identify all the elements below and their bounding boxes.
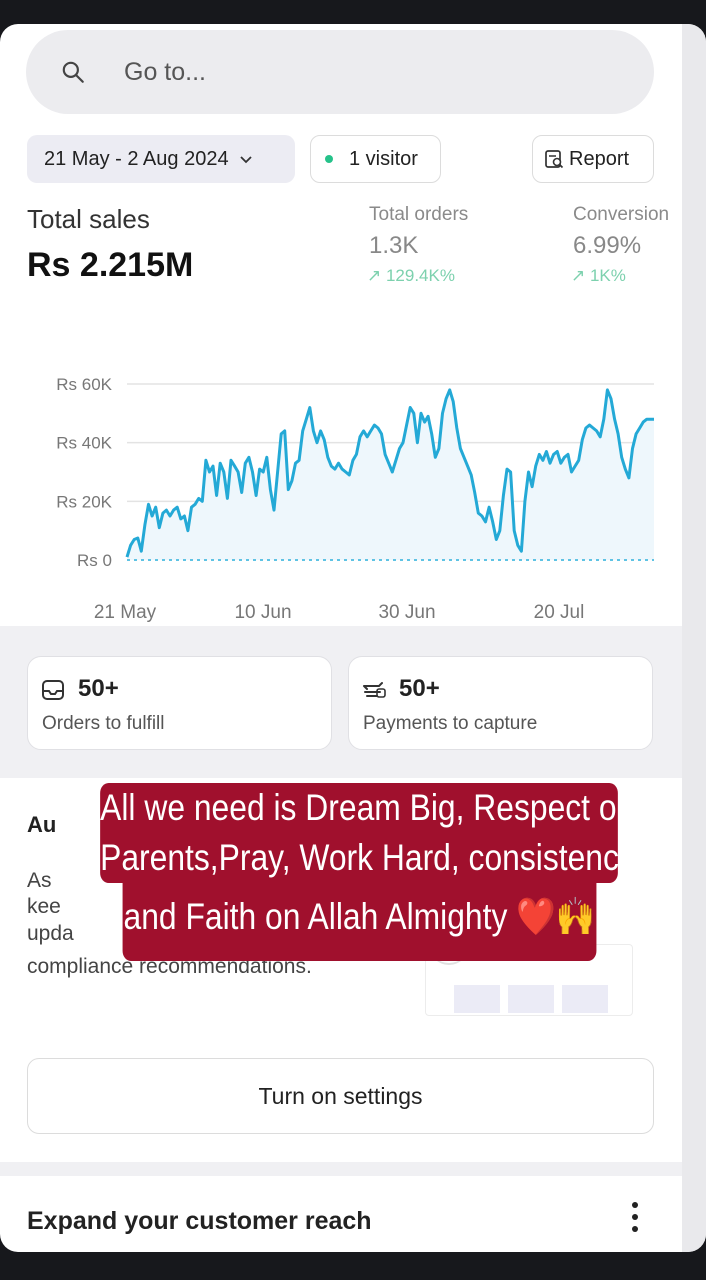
total-sales-value: Rs 2.215M — [27, 246, 194, 284]
report-button[interactable]: Report — [532, 135, 654, 183]
orders-to-fulfill-card[interactable]: 50+ Orders to fulfill — [27, 656, 332, 750]
total-orders-label: Total orders — [369, 204, 469, 225]
inbox-icon — [42, 680, 64, 700]
x-tick-label: 21 May — [94, 602, 157, 623]
chart-y-ticks: Rs 60K Rs 40K Rs 20K Rs 0 — [56, 375, 112, 570]
total-orders-trend: ↗ 129.4K% — [367, 266, 455, 285]
conversion-trend: ↗ 1K% — [571, 266, 626, 285]
payments-to-capture-card[interactable]: 50+ Payments to capture — [348, 656, 653, 750]
automation-section-title: Au — [27, 812, 57, 837]
app-screen: Go to... 21 May - 2 Aug 2024 1 visitor R… — [0, 24, 706, 1252]
story-caption-line-1: All we need is Dream Big, Respect our — [100, 783, 645, 833]
y-tick-label: Rs 20K — [56, 492, 112, 511]
y-tick-label: Rs 60K — [56, 375, 112, 394]
total-sales-label: Total sales — [27, 204, 150, 234]
date-range-label: 21 May - 2 Aug 2024 — [44, 147, 229, 170]
orders-to-fulfill-count: 50+ — [78, 675, 119, 702]
payments-to-capture-label: Payments to capture — [363, 713, 538, 734]
search-placeholder: Go to... — [124, 57, 206, 86]
y-tick-label: Rs 40K — [56, 434, 112, 453]
live-visitors-chip[interactable]: 1 visitor — [310, 135, 441, 183]
turn-on-settings-button[interactable]: Turn on settings — [27, 1058, 654, 1134]
total-orders-value: 1.3K — [369, 232, 419, 259]
section-divider — [0, 1162, 682, 1176]
chart-series — [125, 388, 654, 561]
conversion-label: Conversion — [573, 204, 670, 225]
x-tick-label: 30 Jun — [378, 602, 435, 623]
y-tick-label: Rs 0 — [77, 551, 112, 570]
chart-x-ticks: 21 May 10 Jun 30 Jun 20 Jul — [94, 602, 585, 623]
chevron-down-icon — [239, 156, 252, 164]
more-options-icon[interactable] — [628, 1202, 642, 1238]
illustration-block — [508, 985, 554, 1013]
illustration-block — [562, 985, 608, 1013]
scroll-gutter — [682, 24, 706, 1252]
conversion-value: 6.99% — [573, 232, 642, 259]
payment-icon — [363, 682, 386, 698]
illustration-block — [454, 985, 500, 1013]
x-tick-label: 20 Jul — [534, 602, 585, 623]
story-caption-line-2: Parents,Pray, Work Hard, consistency — [100, 833, 635, 883]
x-tick-label: 10 Jun — [234, 602, 291, 623]
sales-line-chart: Rs 60K Rs 40K Rs 20K Rs 0 21 May 10 Jun 30 Ju… — [56, 375, 654, 623]
search-icon — [62, 61, 84, 83]
date-range-selector[interactable]: 21 May - 2 Aug 2024 — [27, 135, 295, 183]
payments-to-capture-count: 50+ — [399, 675, 440, 702]
report-icon — [545, 150, 564, 169]
visitors-label: 1 visitor — [349, 147, 418, 170]
orders-to-fulfill-label: Orders to fulfill — [42, 713, 165, 734]
search-bar[interactable]: Go to... — [26, 30, 654, 114]
report-label: Report — [569, 147, 630, 170]
live-dot-icon — [325, 155, 333, 163]
expand-reach-title: Expand your customer reach — [27, 1207, 372, 1235]
story-caption-line-3: and Faith on Allah Almighty ❤️🙌 — [122, 883, 597, 961]
